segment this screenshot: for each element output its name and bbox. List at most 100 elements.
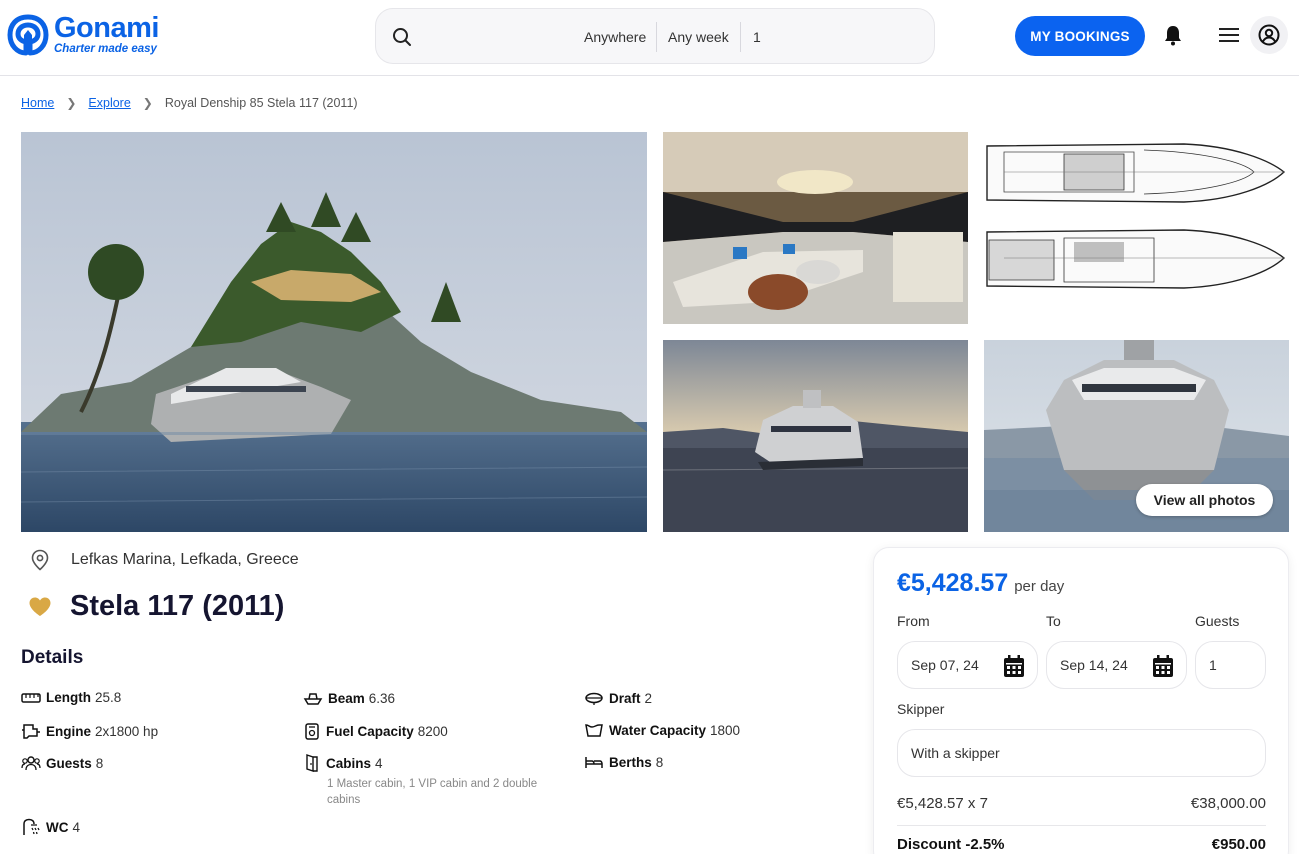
spec-label: WC [46,819,69,835]
from-date-value: Sep 07, 24 [911,657,979,673]
water-tank-icon [585,724,603,737]
front-yacht-photo[interactable]: View all photos [984,340,1289,532]
interior-photo[interactable] [663,132,968,324]
spec-label: Engine [46,723,92,739]
spec-guests: Guests 8 [21,754,103,772]
deck-plan-image[interactable] [984,132,1289,324]
hamburger-menu-icon[interactable] [1219,27,1239,43]
guests-field[interactable]: 1 [1195,641,1266,689]
account-button[interactable] [1250,16,1288,54]
spec-label: Draft [609,690,641,706]
engine-icon [22,724,40,739]
spec-draft: Draft 2 [584,690,652,706]
cabins-note: 1 Master cabin, 1 VIP cabin and 2 double… [327,778,538,806]
breadcrumb: Home ❯ Explore ❯ Royal Denship 85 Stela … [21,96,358,110]
skipper-value: With a skipper [911,745,1000,761]
search-week[interactable]: Any week [668,23,729,51]
spec-value: 25.8 [95,690,122,705]
brand-name: Gonami [54,12,159,45]
spec-length: Length 25.8 [21,690,121,705]
price-unit: per day [1014,578,1065,595]
location-text: Lefkas Marina, Lefkada, Greece [71,551,299,568]
spec-label: Guests [46,755,92,771]
chevron-right-icon: ❯ [66,96,77,110]
listing-title: Stela 117 (2011) [70,590,285,622]
favorite-heart-icon[interactable] [28,596,52,618]
to-date-field[interactable]: Sep 14, 24 [1046,641,1187,689]
spec-value: 8 [655,754,664,770]
spec-label: Water Capacity [609,722,707,738]
gonami-logo-icon [7,14,49,56]
fuel-tank-icon [305,723,319,740]
spec-engine: Engine 2x1800 hp [21,722,158,740]
bell-icon[interactable] [1163,24,1183,46]
price-value: €5,428.57 [897,569,1009,597]
calendar-icon[interactable] [1152,654,1174,678]
view-all-photos-button[interactable]: View all photos [1136,484,1273,516]
breadcrumb-current: Royal Denship 85 Stela 117 (2011) [164,96,358,110]
spec-value: 1800 [710,722,741,738]
cabin-icon [306,754,318,772]
my-bookings-button[interactable]: MY BOOKINGS [1015,16,1145,56]
spec-label: Berths [609,754,652,770]
breadcrumb-explore[interactable]: Explore [88,96,130,110]
booking-card: €5,428.57 per day From To Guests Sep 07,… [873,547,1289,854]
spec-water: Water Capacity 1800 [584,722,740,738]
spec-value: 2 [644,690,653,706]
search-guests[interactable]: 1 [753,23,761,51]
bed-icon [585,757,603,768]
search-divider [656,22,657,52]
from-label: From [897,613,930,629]
discount-label: Discount -2.5% [897,836,1005,853]
boat-draft-icon [585,692,603,705]
spec-value: 4 [375,755,383,771]
skipper-select[interactable]: With a skipper [897,729,1266,777]
skipper-label: Skipper [897,701,945,717]
brand-logo[interactable]: Gonami Charter made easy [6,14,159,56]
spec-berths: Berths 8 [584,754,663,770]
breadcrumb-home[interactable]: Home [21,96,54,110]
spec-value: 2x1800 hp [95,723,159,739]
spec-cabins: Cabins 4 [303,754,383,772]
sunset-yacht-photo[interactable] [663,340,968,532]
spec-value: 4 [72,819,81,835]
to-date-value: Sep 14, 24 [1060,657,1128,673]
search-bar[interactable]: Anywhere Any week 1 [375,8,935,64]
map-pin-icon [31,549,49,571]
chevron-right-icon: ❯ [142,96,153,110]
spec-label: Beam [328,690,365,706]
search-location[interactable]: Anywhere [584,23,646,51]
spec-value: 8200 [417,723,448,739]
spec-value: 6.36 [368,690,396,706]
guests-value: 1 [1209,657,1217,673]
shower-icon [23,818,40,835]
price-per-day: €5,428.57 per day [897,569,1064,598]
listing-title-row: Stela 117 (2011) [28,590,284,623]
discount-row: Discount -2.5% €950.00 [897,836,1266,853]
subtotal-label: €5,428.57 x 7 [897,795,988,812]
listing-location: Lefkas Marina, Lefkada, Greece [30,549,299,571]
spec-label: Fuel Capacity [326,723,414,739]
main-yacht-photo[interactable] [21,132,647,532]
search-icon[interactable] [392,27,412,47]
spec-beam: Beam 6.36 [303,690,395,706]
guests-icon [21,756,41,771]
from-date-field[interactable]: Sep 07, 24 [897,641,1038,689]
brand-tagline: Charter made easy [54,43,157,56]
spec-fuel: Fuel Capacity 8200 [303,722,448,740]
ruler-icon [21,692,41,703]
guests-label: Guests [1195,613,1240,629]
to-label: To [1046,613,1061,629]
subtotal-value: €38,000.00 [1190,795,1266,812]
discount-value: €950.00 [1211,836,1266,853]
top-header: Gonami Charter made easy Anywhere Any we… [0,0,1299,76]
search-divider [740,22,741,52]
spec-label: Length [46,690,91,705]
spec-value: 8 [95,755,104,771]
spec-wc: WC 4 [21,818,80,836]
details-heading: Details [21,647,84,668]
user-icon [1258,24,1280,46]
subtotal-row: €5,428.57 x 7 €38,000.00 [897,795,1266,812]
calendar-icon[interactable] [1003,654,1025,678]
boat-hull-icon [303,693,323,705]
